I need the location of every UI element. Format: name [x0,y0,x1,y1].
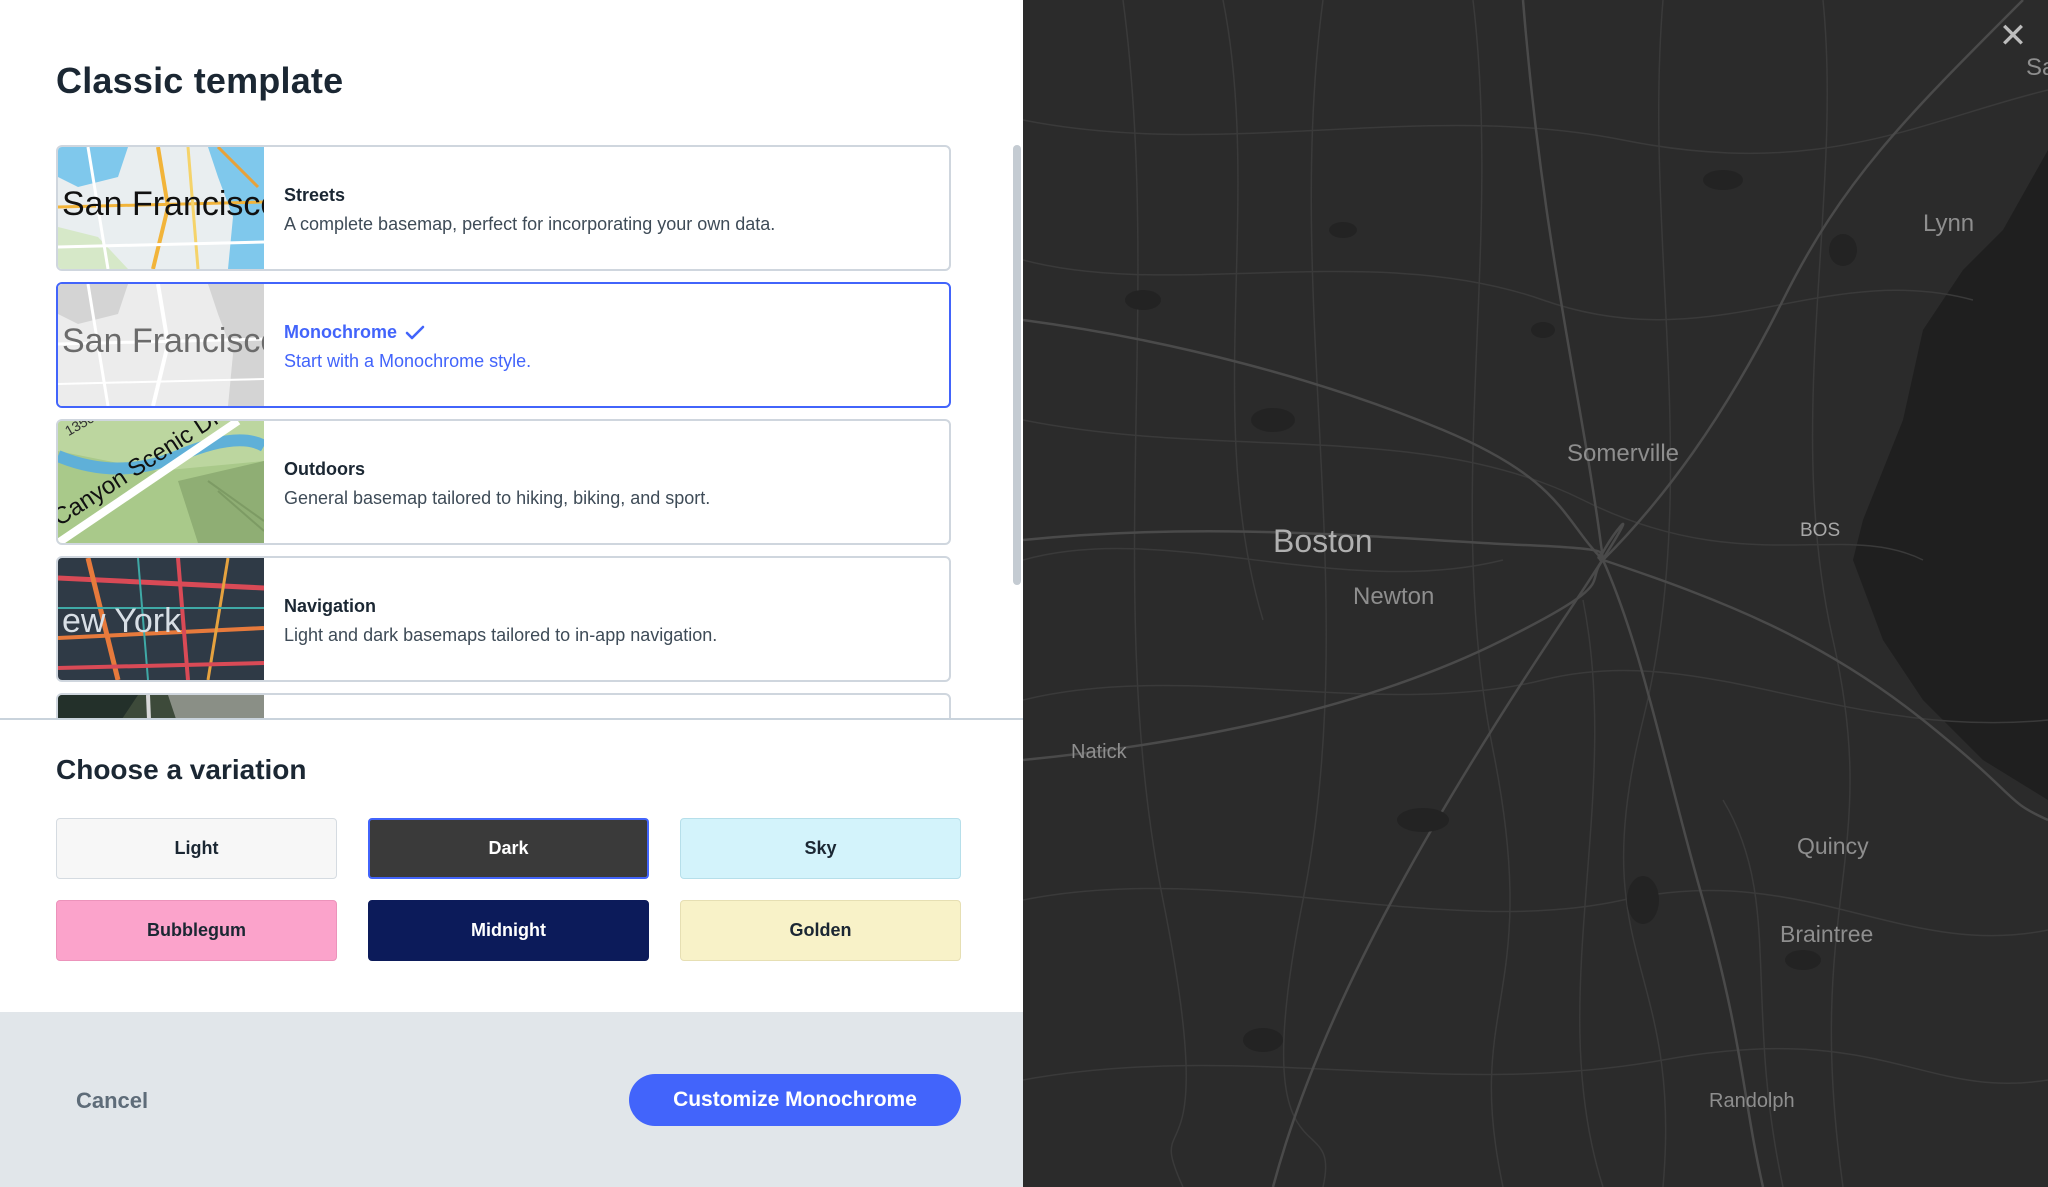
template-card-outdoors[interactable]: 1350 m Canyon Scenic Dr Outdoors General… [56,419,951,545]
close-icon[interactable]: ✕ [1995,18,2031,54]
variation-title: Choose a variation [56,754,307,785]
template-list-scrollbar[interactable] [1013,145,1021,585]
template-name-monochrome: Monochrome [284,322,398,342]
map-label-quincy: Quincy [1797,833,1869,859]
template-card-streets[interactable]: San Francisco Streets A complete basemap… [56,145,951,271]
navigation-thumbnail: ew York [58,558,264,680]
template-list[interactable]: San Francisco Streets A complete basemap… [0,0,1023,720]
customize-button[interactable]: Customize Monochrome [629,1074,961,1126]
map-canvas [1023,0,2048,1187]
streets-thumb-label: San Francisco [62,185,264,223]
page-title: Classic template [56,60,344,101]
map-label-randolph: Randolph [1709,1090,1795,1112]
variation-midnight-button[interactable]: Midnight [368,900,649,961]
template-name-outdoors: Outdoors [284,459,365,479]
map-label-bos: BOS [1800,520,1841,541]
map-label-lynn: Lynn [1923,210,1975,237]
template-name-navigation: Navigation [284,596,377,616]
template-desc-outdoors: General basemap tailored to hiking, biki… [284,488,711,508]
outdoors-thumbnail: 1350 m Canyon Scenic Dr [58,421,264,543]
variation-golden-button[interactable]: Golden [680,900,961,961]
map-label-sa: Sa [2026,54,2048,81]
satellite-thumbnail [58,695,264,720]
map-label-somerville: Somerville [1567,440,1680,467]
navigation-thumb-label: ew York [62,602,182,640]
section-divider [0,718,1023,720]
map-label-newton: Newton [1353,583,1435,610]
variation-sky-button[interactable]: Sky [680,818,961,879]
streets-thumbnail: San Francisco [58,147,264,269]
template-card-satellite-partial[interactable] [56,693,951,720]
template-desc-streets: A complete basemap, perfect for incorpor… [284,214,776,234]
template-card-navigation[interactable]: ew York Navigation Light and dark basema… [56,556,951,682]
template-name-streets: Streets [284,185,346,205]
variation-light-button[interactable]: Light [56,818,337,879]
map-label-boston: Boston [1273,523,1373,559]
template-desc-monochrome: Start with a Monochrome style. [284,351,532,371]
variation-bubblegum-button[interactable]: Bubblegum [56,900,337,961]
checkmark-icon [405,325,425,339]
cancel-button[interactable]: Cancel [76,1088,148,1114]
template-panel: San Francisco Streets A complete basemap… [0,0,1023,1187]
monochrome-thumbnail: San Francisco [58,284,264,406]
map-label-braintree: Braintree [1780,921,1874,947]
map-preview[interactable]: Boston Somerville Newton Lynn BOS Natick… [1023,0,2048,1187]
template-card-monochrome[interactable]: San Francisco Monochrome Start with a Mo… [56,282,951,408]
variation-dark-button[interactable]: Dark [368,818,649,879]
template-desc-navigation: Light and dark basemaps tailored to in-a… [284,625,718,645]
monochrome-thumb-label: San Francisco [62,322,264,360]
map-label-natick: Natick [1071,741,1127,763]
